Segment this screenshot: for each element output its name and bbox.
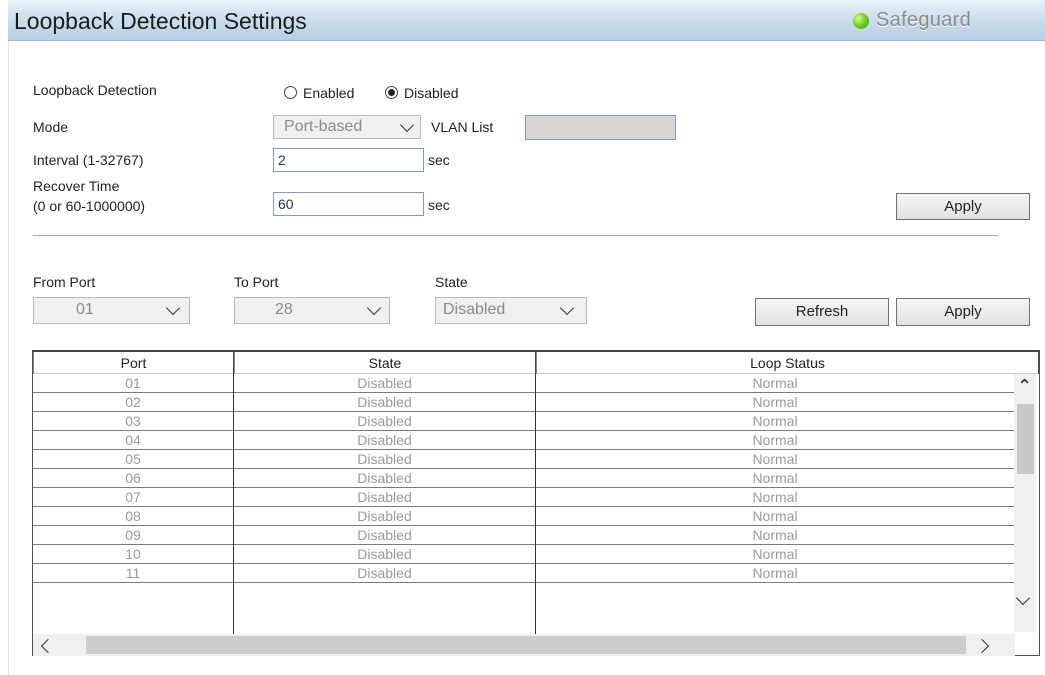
scroll-left-icon[interactable] <box>40 638 56 654</box>
cell-port: 04 <box>125 432 141 448</box>
chevron-down-icon <box>399 117 415 133</box>
column-header-port: Port <box>33 352 234 374</box>
column-divider <box>233 374 234 636</box>
cell-port: 02 <box>125 394 141 410</box>
table-row: 06 Disabled Normal <box>33 469 1015 488</box>
apply-port-button[interactable]: Apply <box>896 298 1030 326</box>
column-divider <box>535 374 536 636</box>
mode-label: Mode <box>33 119 69 135</box>
table-row: 11 Disabled Normal <box>33 564 1015 583</box>
mode-select-value: Port-based <box>284 118 363 135</box>
to-port-label: To Port <box>234 274 279 290</box>
cell-port: 06 <box>125 470 141 486</box>
cell-state: Disabled <box>357 432 412 448</box>
scroll-right-icon[interactable] <box>974 638 990 654</box>
cell-loop-status: Normal <box>752 413 798 429</box>
cell-state: Disabled <box>357 394 412 410</box>
state-label: State <box>435 274 468 290</box>
table-row: 03 Disabled Normal <box>33 412 1015 431</box>
horizontal-scroll-thumb[interactable] <box>86 636 966 654</box>
interval-label: Interval (1-32767) <box>33 152 144 168</box>
cell-loop-status: Normal <box>752 432 798 448</box>
scroll-down-icon[interactable] <box>1015 590 1031 607</box>
cell-loop-status: Normal <box>752 394 798 410</box>
port-status-table: Port State Loop Status 01 Disabled Normal 0… <box>32 350 1040 656</box>
cell-state: Disabled <box>357 508 412 524</box>
cell-loop-status: Normal <box>752 546 798 562</box>
table-row: 09 Disabled Normal <box>33 526 1015 545</box>
cell-state: Disabled <box>357 375 412 391</box>
table-row: 04 Disabled Normal <box>33 431 1015 450</box>
recover-time-range: (0 or 60-1000000) <box>33 198 146 214</box>
vlan-list-label: VLAN List <box>431 119 494 135</box>
cell-port: 05 <box>125 451 141 467</box>
state-select[interactable]: Disabled <box>435 297 587 324</box>
cell-port: 07 <box>125 489 141 505</box>
cell-loop-status: Normal <box>752 489 798 505</box>
chevron-down-icon <box>165 300 181 316</box>
cell-port: 08 <box>125 508 141 524</box>
cell-port: 01 <box>125 375 141 391</box>
interval-input[interactable]: 2 <box>273 148 424 172</box>
apply-settings-button[interactable]: Apply <box>896 193 1030 220</box>
table-row: 07 Disabled Normal <box>33 488 1015 507</box>
cell-loop-status: Normal <box>752 508 798 524</box>
chevron-down-icon <box>559 300 575 316</box>
table-row: 02 Disabled Normal <box>33 393 1015 412</box>
loopback-detection-label: Loopback Detection <box>33 82 157 98</box>
safeguard-status-icon <box>853 13 869 29</box>
scroll-up-icon[interactable]: ⌃ <box>1017 377 1032 395</box>
cell-port: 10 <box>125 546 141 562</box>
refresh-button[interactable]: Refresh <box>755 298 889 326</box>
from-port-value: 01 <box>76 301 94 318</box>
cell-port: 03 <box>125 413 141 429</box>
page-title: Loopback Detection Settings <box>14 8 307 34</box>
table-row: 10 Disabled Normal <box>33 545 1015 564</box>
section-divider <box>33 235 998 236</box>
cell-state: Disabled <box>357 451 412 467</box>
cell-loop-status: Normal <box>752 565 798 581</box>
table-row: 01 Disabled Normal <box>33 374 1015 393</box>
cell-state: Disabled <box>357 565 412 581</box>
state-select-value: Disabled <box>443 301 506 318</box>
chevron-down-icon <box>366 300 382 316</box>
cell-state: Disabled <box>357 470 412 486</box>
vertical-scroll-thumb[interactable] <box>1017 404 1034 474</box>
mode-select[interactable]: Port-based <box>273 115 421 139</box>
column-header-state: State <box>234 352 536 374</box>
enabled-radio-label[interactable]: Enabled <box>303 85 354 101</box>
cell-loop-status: Normal <box>752 470 798 486</box>
disabled-radio-label[interactable]: Disabled <box>404 85 458 101</box>
cell-port: 11 <box>125 565 141 581</box>
cell-loop-status: Normal <box>752 527 798 543</box>
from-port-select[interactable]: 01 <box>33 297 190 324</box>
recover-time-unit: sec <box>428 197 450 213</box>
cell-state: Disabled <box>357 546 412 562</box>
cell-loop-status: Normal <box>752 451 798 467</box>
vlan-list-input[interactable] <box>525 115 676 140</box>
cell-state: Disabled <box>357 413 412 429</box>
table-row: 08 Disabled Normal <box>33 507 1015 526</box>
recover-time-input[interactable]: 60 <box>273 192 424 216</box>
to-port-value: 28 <box>275 301 293 318</box>
table-row: 05 Disabled Normal <box>33 450 1015 469</box>
cell-state: Disabled <box>357 527 412 543</box>
to-port-select[interactable]: 28 <box>234 297 390 324</box>
disabled-radio[interactable] <box>385 86 398 99</box>
cell-loop-status: Normal <box>752 375 798 391</box>
cell-port: 09 <box>125 527 141 543</box>
cell-state: Disabled <box>357 489 412 505</box>
recover-time-label: Recover Time <box>33 178 120 194</box>
column-header-loop-status: Loop Status <box>536 352 1039 374</box>
enabled-radio[interactable] <box>284 86 297 99</box>
interval-unit: sec <box>428 152 450 168</box>
safeguard-label: Safeguard <box>876 9 971 31</box>
from-port-label: From Port <box>33 274 96 290</box>
